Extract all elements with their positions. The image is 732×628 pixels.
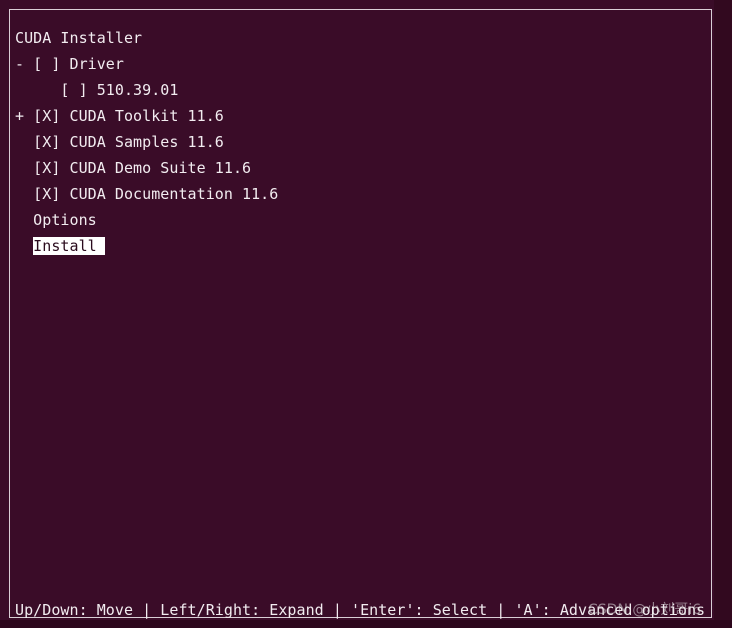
menu-item-cuda-samples[interactable]: [X] CUDA Samples 11.6	[15, 131, 224, 153]
menu-item-driver-version[interactable]: [ ] 510.39.01	[15, 79, 178, 101]
menu-item-driver[interactable]: - [ ] Driver	[15, 53, 124, 75]
window-bottom-edge	[0, 620, 732, 628]
menu-item-options[interactable]: Options	[15, 209, 97, 231]
installer-title: CUDA Installer	[15, 29, 143, 47]
install-indent	[15, 237, 33, 255]
install-button[interactable]: Install	[33, 237, 105, 255]
terminal-window: CUDA Installer - [ ] Driver [ ] 510.39.0…	[0, 0, 732, 628]
menu-item-cuda-documentation[interactable]: [X] CUDA Documentation 11.6	[15, 183, 278, 205]
watermark-text: CSDN @小刘哥i6	[588, 602, 702, 618]
menu-item-install-row: Install	[15, 235, 105, 257]
menu-item-cuda-toolkit[interactable]: + [X] CUDA Toolkit 11.6	[15, 105, 224, 127]
menu-item-cuda-demo-suite[interactable]: [X] CUDA Demo Suite 11.6	[15, 157, 251, 179]
window-edge	[714, 0, 732, 628]
